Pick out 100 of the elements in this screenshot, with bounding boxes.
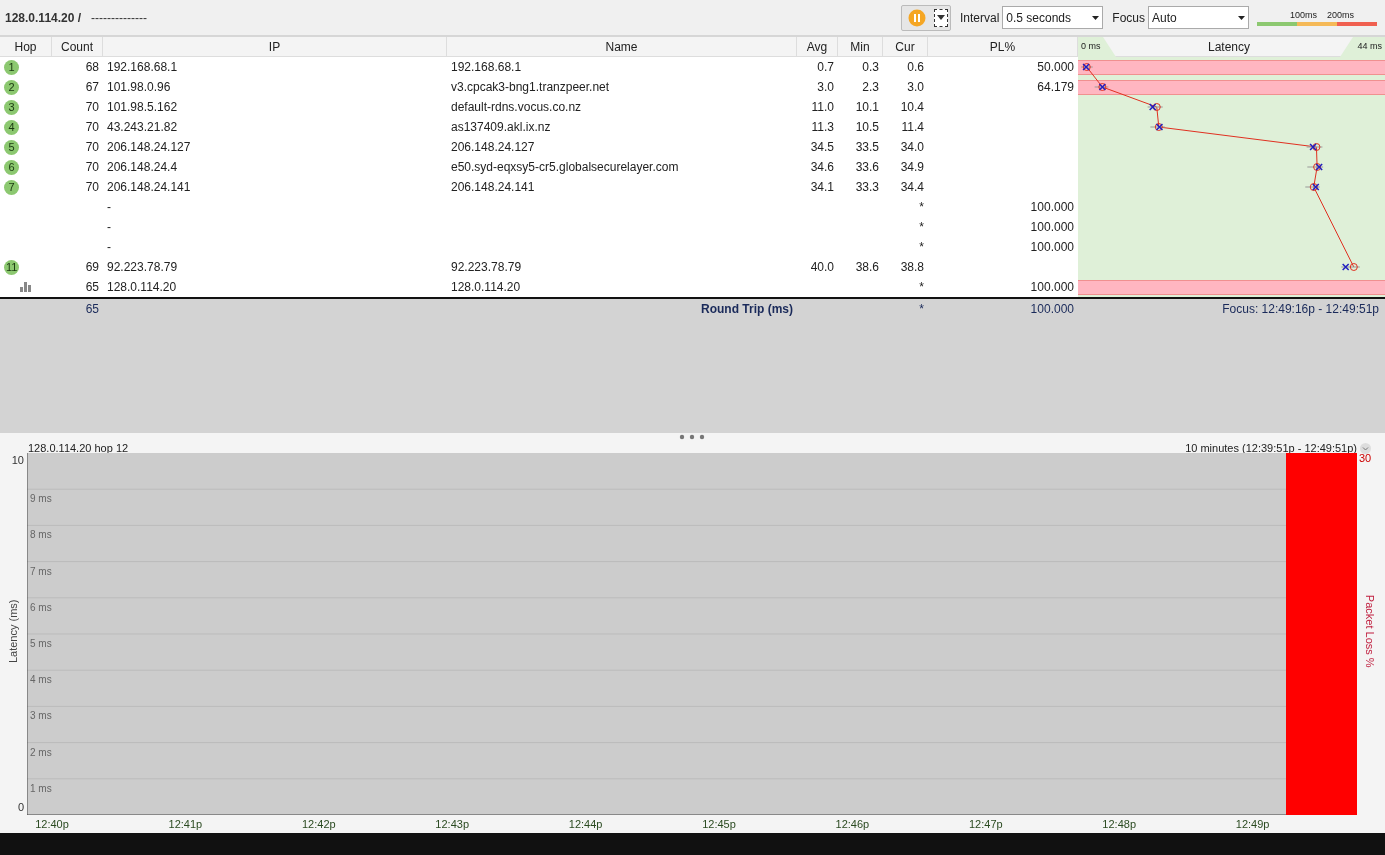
column-header[interactable]: Hop xyxy=(0,37,52,56)
x-tick-label: 12:45p xyxy=(702,817,736,832)
y-tick-label: 4 ms xyxy=(30,675,52,686)
packet-loss-cell-text: 100.000 xyxy=(1030,239,1074,256)
x-tick-label: 12:42p xyxy=(301,817,336,832)
ip-cell-text: 192.168.68.1 xyxy=(107,59,178,76)
name-cell-text: as137409.akl.ix.nz xyxy=(451,119,551,136)
cur-cell-text: * xyxy=(919,199,924,216)
avg-cell-text: 34.1 xyxy=(810,179,834,196)
hop-number: 4 xyxy=(4,119,19,135)
name-cell-text: 206.148.24.127 xyxy=(451,139,535,156)
count-cell-text: 70 xyxy=(85,139,99,156)
cur-cell-text: 38.8 xyxy=(900,259,924,276)
target-title: 128.0.114.20 / xyxy=(5,9,82,27)
hop-number: 6 xyxy=(4,159,19,175)
x-tick-label: 12:44p xyxy=(568,817,603,832)
ip-cell-text: 101.98.5.162 xyxy=(107,99,178,116)
packet-loss-cell-text: 64.179 xyxy=(1037,79,1074,96)
hop-number: 7 xyxy=(4,179,19,195)
focus-label: Focus xyxy=(1112,9,1145,27)
interval-label: Interval xyxy=(959,9,1000,27)
splitter-handle[interactable] xyxy=(679,434,705,440)
min-cell-text: 38.6 xyxy=(855,259,879,276)
y-tick-label: 5 ms xyxy=(30,639,52,649)
column-header[interactable]: Name xyxy=(447,37,797,56)
min-cell-text: 10.1 xyxy=(855,99,879,116)
count-cell-text: 70 xyxy=(85,119,99,136)
min-cell-text: 33.6 xyxy=(855,159,879,176)
avg-cell-text: 3.0 xyxy=(817,79,834,96)
legend-label: 200ms xyxy=(1327,8,1354,22)
count-cell-text: 70 xyxy=(85,159,99,176)
packet-loss-cell-text: 100.000 xyxy=(1030,279,1074,296)
name-cell-text: 192.168.68.1 xyxy=(451,59,522,76)
y-tick-label: 6 ms xyxy=(30,602,52,613)
focus-range: Focus: 12:49:16p - 12:49:51p xyxy=(1222,301,1379,318)
cur-cell-text: 0.6 xyxy=(907,59,924,76)
packet-loss-cell-text: 100.000 xyxy=(1030,219,1074,236)
y-tick-label: 3 ms xyxy=(30,711,52,722)
ip-cell-text: 43.243.21.82 xyxy=(107,119,178,136)
dropdown-button[interactable] xyxy=(933,8,948,27)
cur-cell-text: 11.4 xyxy=(901,119,924,136)
name-cell-text: 92.223.78.79 xyxy=(451,259,522,276)
column-header[interactable]: Latency xyxy=(1100,37,1358,56)
ip-cell-text: - xyxy=(107,199,111,216)
min-cell-text: 10.5 xyxy=(855,119,879,136)
min-cell-text: 2.3 xyxy=(862,79,879,96)
bar-chart-icon[interactable] xyxy=(20,282,32,292)
name-cell-text: default-rdns.vocus.co.nz xyxy=(451,99,582,116)
column-header[interactable]: Cur xyxy=(883,37,928,56)
min-cell-text: 33.5 xyxy=(855,139,879,156)
legend-label: 100ms xyxy=(1290,8,1317,22)
min-cell-text: 0.3 xyxy=(862,59,879,76)
count-cell-text: 70 xyxy=(85,99,99,116)
cur-cell-text: 10.4 xyxy=(900,99,924,116)
right-axis-max: 30 xyxy=(1359,453,1372,464)
ip-cell-text: 206.148.24.4 xyxy=(107,159,178,176)
y-axis-title: Latency (ms) xyxy=(5,598,20,666)
avg-cell-text: 11.3 xyxy=(811,119,834,136)
history-range: 10 minutes (12:39:51p - 12:49:51p) xyxy=(1185,441,1357,456)
hop-number: 5 xyxy=(4,139,19,155)
hop-number: 3 xyxy=(4,99,19,115)
cur-cell-text: 34.4 xyxy=(900,179,924,196)
summary-count: 65 xyxy=(85,301,99,318)
y-tick-label: 1 ms xyxy=(30,783,52,794)
packet-loss-cell-text: 50.000 xyxy=(1037,59,1074,76)
min-cell-text: 33.3 xyxy=(855,179,879,196)
ip-cell-text: 206.148.24.141 xyxy=(107,179,191,196)
history-title: 128.0.114.20 hop 12 xyxy=(28,441,129,456)
name-cell-text: 206.148.24.141 xyxy=(451,179,535,196)
caret-icon xyxy=(936,15,945,20)
summary-label: Round Trip (ms) xyxy=(701,301,793,318)
cur-cell-text: * xyxy=(919,239,924,256)
summary-packet-loss: 100.000 xyxy=(1030,301,1074,318)
y-tick-label: 10 xyxy=(11,455,24,466)
x-tick-label: 12:40p xyxy=(35,817,69,832)
hop-number: 2 xyxy=(4,79,19,95)
column-header[interactable]: IP xyxy=(103,37,447,56)
cur-cell-text: * xyxy=(919,219,924,236)
interval-select[interactable]: 0.5 seconds xyxy=(1002,6,1104,29)
column-header[interactable]: Count xyxy=(52,37,103,56)
column-header[interactable]: Min xyxy=(838,37,883,56)
packet-loss-cell-text: 100.000 xyxy=(1030,199,1074,216)
count-cell-text: 68 xyxy=(85,59,99,76)
ip-cell-text: 206.148.24.127 xyxy=(107,139,191,156)
hop-number: 1 xyxy=(4,59,19,75)
name-cell-text: v3.cpcak3-bng1.tranzpeer.net xyxy=(451,79,610,96)
cur-cell-text: 34.0 xyxy=(900,139,924,156)
caret-icon xyxy=(1092,15,1100,20)
chevron-down-icon[interactable] xyxy=(1360,442,1371,454)
y-tick-label: 7 ms xyxy=(30,566,52,577)
latency-max-label: 44 ms xyxy=(1357,39,1382,53)
x-tick-label: 12:41p xyxy=(168,817,203,832)
target-subtitle: -------------- xyxy=(91,9,148,27)
ip-cell-text: 128.0.114.20 xyxy=(107,279,177,296)
focus-select[interactable]: Auto xyxy=(1148,6,1249,29)
name-cell-text: e50.syd-eqxsy5-cr5.globalsecurelayer.com xyxy=(451,159,679,176)
column-header[interactable]: Avg xyxy=(797,37,838,56)
cur-cell-text: 34.9 xyxy=(900,159,924,176)
cur-cell-text: * xyxy=(919,279,924,296)
cur-cell-text: 3.0 xyxy=(907,79,924,96)
